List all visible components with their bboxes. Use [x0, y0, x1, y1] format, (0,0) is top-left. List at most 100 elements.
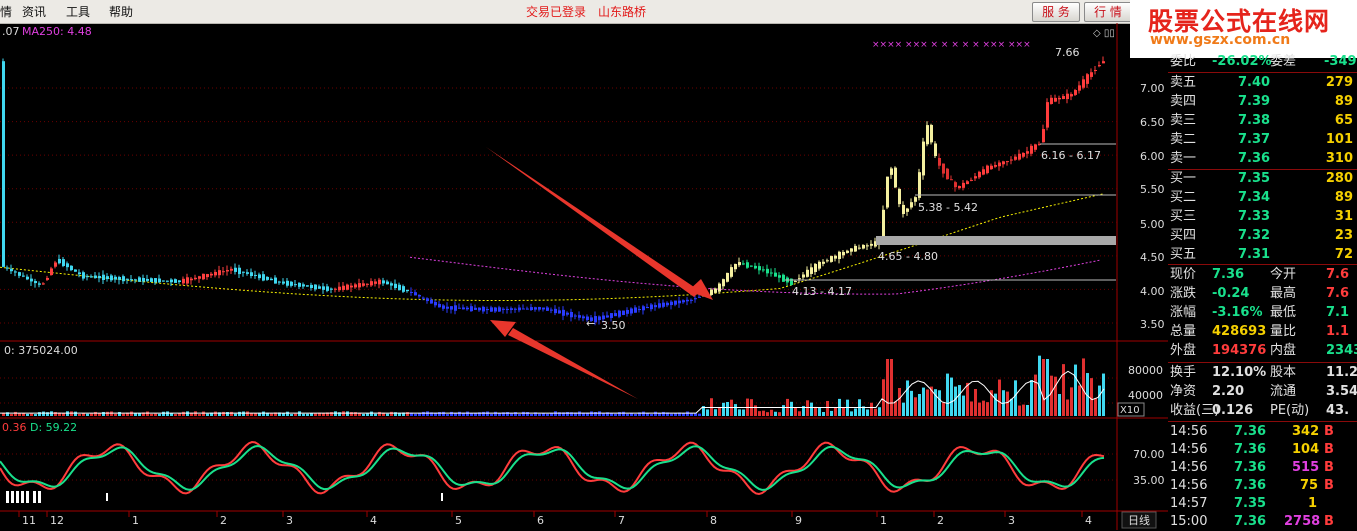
volume-bar [518, 414, 521, 416]
row-label-2: 流通 [1270, 384, 1297, 399]
row-label: 涨幅 [1170, 305, 1197, 320]
candle-body [526, 308, 529, 310]
candle-body [818, 261, 821, 269]
chart-corner-icon[interactable]: ◇ ▯▯ [1093, 28, 1115, 39]
volume-bar [1046, 359, 1049, 416]
candle-body [1026, 151, 1029, 154]
candle-body [774, 272, 777, 277]
signal-markers: ×××× ××× × × × × × ××× ××× [872, 40, 1031, 50]
menu-news[interactable]: 资讯 [22, 3, 46, 20]
candle-body [158, 278, 161, 283]
volume-bar [378, 411, 381, 416]
candle-body [6, 267, 9, 269]
candle-body [754, 265, 757, 269]
row-volume: 280 [1325, 171, 1353, 186]
candle-body [738, 262, 741, 266]
quote-button[interactable]: 行 情 [1084, 2, 1132, 22]
volume-bar [966, 382, 969, 416]
candle-body [182, 278, 185, 284]
volume-bar [566, 411, 569, 416]
volume-bar [1074, 364, 1077, 416]
candle-body [502, 308, 505, 310]
volume-bar [826, 400, 829, 416]
y-tick: 6.50 [1140, 116, 1165, 129]
candle-body [406, 289, 409, 292]
volume-bar [242, 411, 245, 416]
candle-body [338, 286, 341, 291]
tick-row: 14:56 7.36 342 B [1168, 423, 1357, 441]
volume-bar [90, 413, 93, 416]
row-volume: 65 [1334, 113, 1353, 128]
volume-bar [894, 401, 897, 416]
service-button[interactable]: 服 务 [1032, 2, 1080, 22]
tick-time: 14:57 [1170, 496, 1208, 511]
volume-bar [442, 411, 445, 416]
volume-bar [446, 414, 449, 416]
tick-row: 14:56 7.36 515 B [1168, 459, 1357, 477]
volume-bar [26, 413, 29, 416]
candle-body [330, 288, 333, 290]
volume-bar [1082, 358, 1085, 416]
volume-bar [982, 400, 985, 416]
candle-body [258, 274, 261, 279]
volume-bar [334, 411, 337, 416]
candle-body [50, 268, 53, 276]
tick-row: 14:56 7.36 75 B [1168, 477, 1357, 495]
volume-bar [642, 411, 645, 416]
volume-bar [118, 411, 121, 416]
volume-bar [686, 411, 689, 416]
row-volume: 101 [1325, 132, 1353, 147]
volume-bar [614, 413, 617, 416]
volume-bar [198, 414, 201, 416]
candle-body [1006, 161, 1009, 163]
volume-bar [942, 402, 945, 416]
y-tick: 4.00 [1140, 285, 1165, 298]
annotation-low: 3.50 [601, 319, 626, 332]
volume-bar [714, 409, 717, 416]
volume-bars [0, 355, 1105, 416]
candle-body [282, 281, 285, 284]
volume-bar [974, 389, 977, 416]
volume-bar [994, 393, 997, 416]
volume-bar [778, 412, 781, 416]
row-value-2: 7.6 [1326, 286, 1350, 301]
candle-body [442, 305, 445, 309]
volume-bar [270, 413, 273, 416]
candle-body [170, 279, 173, 283]
candle-body [994, 164, 997, 167]
candle-body [798, 278, 801, 280]
candle-body [310, 284, 313, 289]
volume-bar [526, 412, 529, 416]
menu-quote[interactable]: 情 [0, 3, 12, 20]
candle-body [778, 275, 781, 278]
tick-volume: 104 [1292, 442, 1320, 457]
candle-body [154, 278, 157, 283]
candle-body [74, 269, 77, 272]
volume-bar [466, 411, 469, 416]
period-label[interactable]: 日线 [1128, 513, 1150, 527]
tick-volume: 515 [1292, 460, 1320, 475]
candle-body [946, 168, 949, 180]
volume-bar [22, 413, 25, 416]
volume-bar [922, 387, 925, 416]
volume-bar [742, 409, 745, 416]
candle-body [66, 263, 69, 268]
candle-body [606, 315, 609, 318]
row-label: 卖二 [1170, 132, 1197, 147]
kline-chart-area[interactable]: .07 MA250: 4.48 7.00 6.50 6.00 5.50 5.00… [0, 23, 1168, 530]
candle-body [678, 300, 681, 304]
candle-body [914, 197, 917, 202]
volume-bar [954, 386, 957, 416]
menu-tools[interactable]: 工具 [66, 3, 90, 20]
volume-bar [114, 413, 117, 416]
stat-row: 涨跌 -0.24 最高 7.6 [1168, 285, 1357, 303]
candle-body [870, 243, 873, 246]
candle-body [770, 272, 773, 274]
tick-side: B [1324, 424, 1334, 439]
menu-help[interactable]: 帮助 [109, 3, 133, 20]
tick-volume: 2758 [1284, 514, 1321, 529]
candle-body [926, 125, 929, 145]
candle-body [498, 307, 501, 312]
candle-body [238, 267, 241, 275]
candle-body [454, 305, 457, 311]
